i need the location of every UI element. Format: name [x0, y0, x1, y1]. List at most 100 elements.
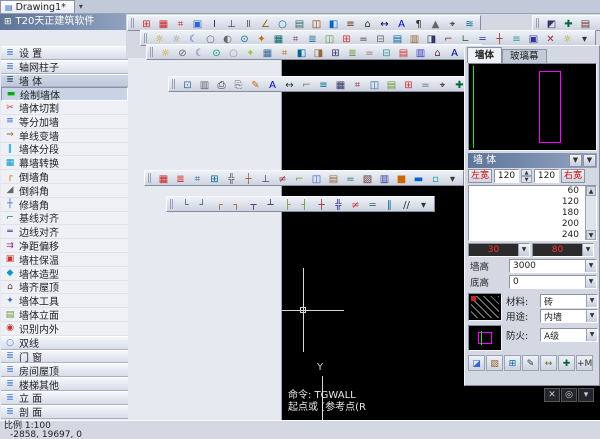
rows-icon[interactable]: ▤	[395, 46, 412, 59]
text-icon[interactable]: A	[393, 17, 410, 30]
tee-wall-icon[interactable]: ⊥	[223, 17, 240, 30]
grid-icon[interactable]: ⊞	[504, 355, 521, 371]
menu-item-draw-wall[interactable]: ▬ 绘制墙体	[1, 87, 128, 101]
corner-tr-icon[interactable]: ┐	[228, 198, 245, 211]
width-spinner[interactable]: ▲▼	[521, 169, 532, 183]
hash-icon[interactable]: ⌗	[349, 78, 366, 91]
triple-line-icon[interactable]: ≡	[508, 32, 525, 45]
menu-group-axis-column[interactable]: ≣ 轴网柱子	[1, 60, 128, 74]
door-icon[interactable]: ◫	[321, 32, 338, 45]
plus-icon[interactable]: ✚	[558, 355, 575, 371]
slash-icon[interactable]: //	[398, 198, 415, 211]
material-swatch[interactable]	[468, 293, 502, 321]
cross-icon[interactable]: ┼	[240, 172, 257, 185]
double-line-icon[interactable]: ═	[364, 198, 381, 211]
hash-icon[interactable]: ⌗	[276, 46, 293, 59]
grid-icon[interactable]: ▦	[259, 46, 276, 59]
steel-column-icon[interactable]: Ⅱ	[240, 17, 257, 30]
dropdown-chevron-icon[interactable]: ▼	[583, 154, 596, 167]
rows-icon[interactable]: ▤	[389, 32, 406, 45]
circle-grid-icon[interactable]: ○	[274, 17, 291, 30]
menu-item-curtain-convert[interactable]: ▦ 幕墙转换	[1, 156, 128, 170]
hash-icon[interactable]: ⌗	[189, 172, 206, 185]
grid-icon[interactable]: ▦	[332, 78, 349, 91]
axis-number-icon[interactable]: ⌗	[172, 17, 189, 30]
copy-icon[interactable]: ⎘	[230, 78, 247, 91]
left-width-value[interactable]: 120	[494, 169, 519, 183]
base-height-input[interactable]: 0 ▼	[509, 275, 597, 289]
left-width-button[interactable]: 左宽	[468, 169, 492, 183]
menu-item-wall-to-roof[interactable]: ⌂ 墙齐屋顶	[1, 281, 128, 295]
beam-icon[interactable]: I	[206, 17, 223, 30]
dropdown-chevron-icon[interactable]: ▼	[582, 244, 593, 256]
not-equal-icon[interactable]: ≠	[347, 198, 364, 211]
dimension-icon[interactable]: ↔	[376, 17, 393, 30]
plus-grid-icon[interactable]: ⊞	[400, 78, 417, 91]
hash-icon[interactable]: ⌗	[287, 32, 304, 45]
command-line[interactable]: 命令: TGWALL 起点或 [参考点(R	[288, 390, 366, 414]
new-icon[interactable]: ⊡	[179, 78, 196, 91]
target-icon[interactable]: ⊙	[236, 32, 253, 45]
list-icon[interactable]: ≣	[344, 46, 361, 59]
off-icon[interactable]: ⊘	[174, 46, 191, 59]
right-fill-icon[interactable]: ◨	[310, 46, 327, 59]
half-box-icon[interactable]: ◨	[423, 32, 440, 45]
more-chevron-icon[interactable]: ▾	[594, 17, 600, 30]
door-icon[interactable]: ◫	[308, 172, 325, 185]
multi-button[interactable]: +M	[576, 355, 593, 371]
add-icon[interactable]: ✚	[560, 17, 577, 30]
print-icon[interactable]: ⎙	[213, 78, 230, 91]
width-list-scrollbar[interactable]: ▲▼	[585, 186, 596, 240]
tee-icon[interactable]: ⊥	[257, 172, 274, 185]
cross-icon[interactable]: ┼	[313, 198, 330, 211]
table-icon[interactable]: ▤	[291, 17, 308, 30]
menu-item-wall-segment[interactable]: ‖ 墙体分段	[1, 143, 128, 157]
menu-item-wall-elevation[interactable]: ▤ 墙体立面	[1, 308, 128, 322]
width-list-item[interactable]: 200	[469, 219, 585, 230]
bulb-icon[interactable]: ☼	[157, 46, 174, 59]
tee-up-icon[interactable]: ┴	[262, 198, 279, 211]
material-select[interactable]: 砖 ▼	[540, 294, 598, 308]
menu-group-door-window[interactable]: ≣ 门 窗	[1, 350, 128, 364]
tee-down-icon[interactable]: ┬	[245, 198, 262, 211]
measure-icon[interactable]: ↔	[540, 355, 557, 371]
rows-icon[interactable]: ▤	[383, 78, 400, 91]
equals-icon[interactable]: =	[417, 78, 434, 91]
filled-box-icon[interactable]: ▣	[525, 32, 542, 45]
toolbar-grip[interactable]	[536, 18, 540, 28]
dropdown-chevron-icon[interactable]: ▼	[585, 260, 596, 272]
double-cross-icon[interactable]: ╬	[330, 198, 347, 211]
moon-icon[interactable]: ☾	[191, 46, 208, 59]
menu-item-fillet-corner[interactable]: ┌ 倒墙角	[1, 170, 128, 184]
dot-circle-icon[interactable]: ⊙	[208, 46, 225, 59]
moon-icon[interactable]: ☾	[185, 32, 202, 45]
right-insulation-combo[interactable]: 80 ▼	[532, 243, 594, 257]
blue-bar-icon[interactable]: ▬	[410, 172, 427, 185]
toolbar-grip[interactable]	[170, 199, 174, 209]
elevation-mark-icon[interactable]: ▲	[427, 17, 444, 30]
right-width-button[interactable]: 右宽	[561, 169, 585, 183]
usage-select[interactable]: 内墙 ▼	[540, 309, 598, 323]
roof-icon[interactable]: ⌂	[359, 17, 376, 30]
width-list-item[interactable]: 240	[469, 230, 585, 241]
wall-preview[interactable]	[468, 63, 597, 151]
axis-grid-icon[interactable]: ▦	[155, 172, 172, 185]
wall-type-header[interactable]: 墙 体 ▼ ▼	[468, 153, 597, 168]
cross-icon[interactable]: ┼	[491, 32, 508, 45]
hatch-icon[interactable]: ▨	[359, 172, 376, 185]
columns-icon[interactable]: ▥	[406, 32, 423, 45]
width-list-item[interactable]: 180	[469, 208, 585, 219]
equals-icon[interactable]: =	[355, 32, 372, 45]
axis-grid-icon[interactable]: ⊞	[138, 17, 155, 30]
axis-dim-icon[interactable]: ▦	[155, 17, 172, 30]
close-icon[interactable]: ✕	[542, 32, 559, 45]
menu-group-double-line[interactable]: ○ 双线	[1, 336, 128, 350]
toolbar-grip[interactable]	[172, 79, 176, 89]
chevron-down-icon[interactable]: ▾	[415, 198, 432, 211]
properties-icon[interactable]: ▤	[577, 17, 594, 30]
plus-grid-icon[interactable]: ⊞	[206, 172, 223, 185]
tab-wall[interactable]: 墙体	[467, 47, 502, 63]
list-icon[interactable]: ≣	[304, 32, 321, 45]
tab-drawing1[interactable]: ▤ Drawing1*	[0, 0, 75, 13]
sun-icon[interactable]: ☼	[559, 32, 576, 45]
